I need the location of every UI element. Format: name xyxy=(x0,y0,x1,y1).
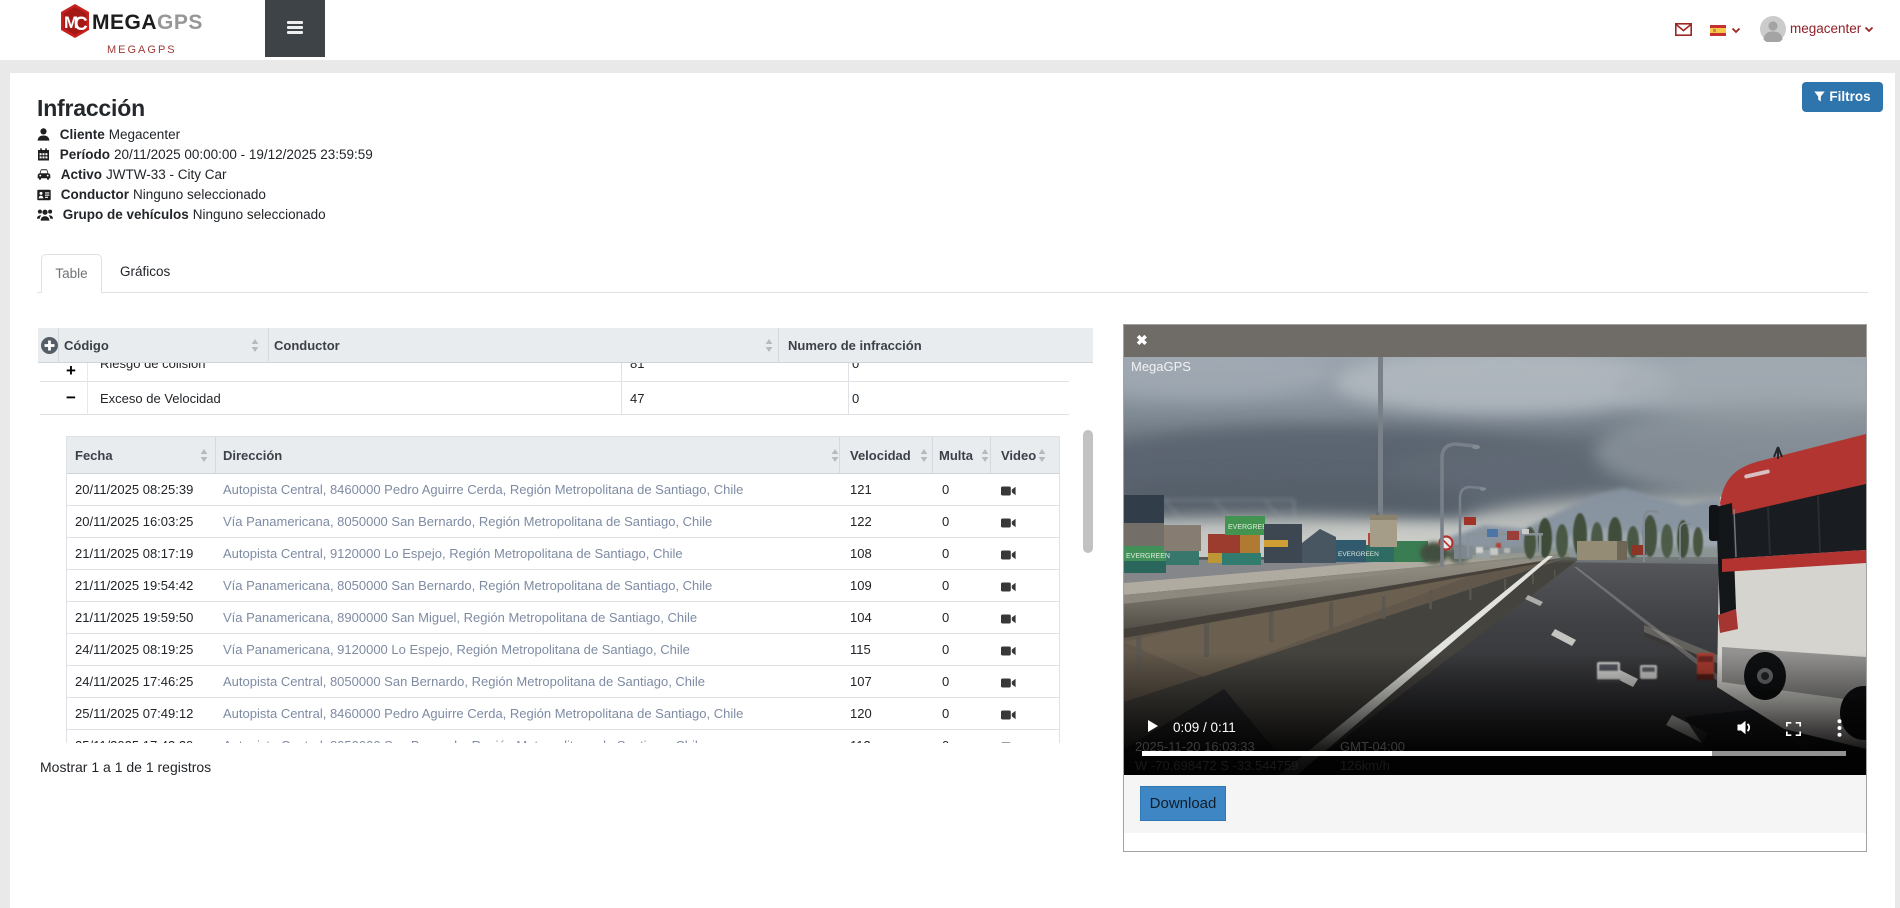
svg-text:EVERGREEN: EVERGREEN xyxy=(1126,553,1170,560)
svg-text:EVERGREEN: EVERGREEN xyxy=(1338,551,1379,558)
svg-text:C: C xyxy=(74,14,88,35)
